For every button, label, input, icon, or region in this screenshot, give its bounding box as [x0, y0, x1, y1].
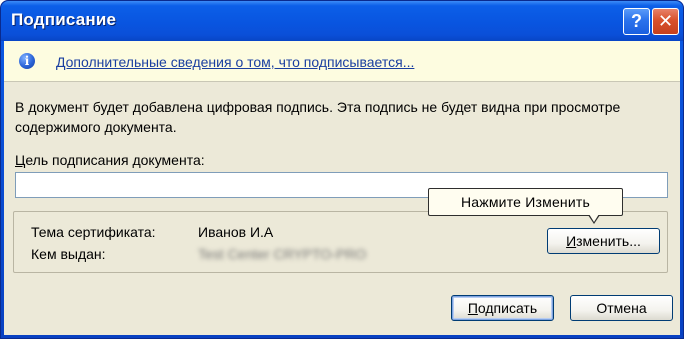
certificate-issuer-label: Кем выдан:	[31, 246, 106, 262]
more-info-link[interactable]: Дополнительные сведения о том, что подпи…	[56, 54, 414, 70]
close-icon: ✕	[657, 11, 674, 31]
cancel-button[interactable]: Отмена	[570, 295, 673, 321]
purpose-label-accelerator: Ц	[15, 152, 26, 168]
close-button[interactable]: ✕	[652, 8, 679, 35]
purpose-label-text: ель подписания документа:	[25, 152, 205, 168]
purpose-label: Цель подписания документа:	[15, 152, 205, 168]
sign-button[interactable]: Подписать	[451, 295, 554, 321]
window-title: Подписание	[11, 10, 117, 29]
change-button-accelerator: И	[566, 233, 577, 249]
info-bar: i Дополнительные сведения о том, что под…	[4, 41, 680, 82]
info-icon: i	[19, 53, 35, 69]
sign-button-accelerator: П	[467, 300, 478, 316]
description-text: В документ будет добавлена цифровая подп…	[15, 99, 621, 135]
callout-tail-fill	[589, 214, 599, 222]
help-button[interactable]: ?	[623, 8, 650, 35]
certificate-issuer-value: Test Center CRYPTO-PRO	[198, 246, 367, 262]
hint-callout: Нажмите Изменить	[428, 188, 623, 216]
question-mark-icon: ?	[631, 11, 642, 31]
certificate-subject-label: Тема сертификата:	[31, 224, 156, 240]
sign-dialog-window: Подписание ? ✕ i Дополнительные сведения…	[0, 0, 684, 339]
certificate-subject-value: Иванов И.А	[198, 224, 274, 240]
title-bar[interactable]: Подписание ? ✕	[1, 1, 683, 41]
sign-button-label: одписать	[477, 300, 538, 316]
change-certificate-button[interactable]: Изменить...	[547, 228, 660, 254]
change-button-label: зменить...	[576, 233, 641, 249]
dialog-body: i Дополнительные сведения о том, что под…	[4, 41, 680, 335]
